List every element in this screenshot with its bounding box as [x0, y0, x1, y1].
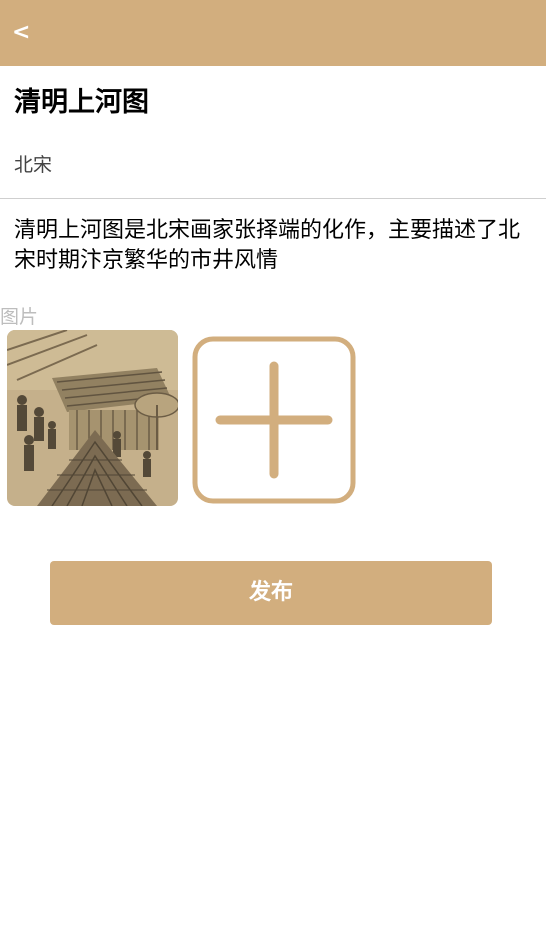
top-bar: <: [0, 0, 546, 66]
artwork-description: 清明上河图是北宋画家张择端的化作，主要描述了北宋时期汴京繁华的市井风情: [14, 218, 521, 273]
divider: [0, 198, 546, 199]
artwork-dynasty: 北宋: [14, 154, 53, 176]
publish-button[interactable]: 发布: [50, 561, 492, 625]
plus-icon: [192, 336, 356, 504]
add-image-button[interactable]: [192, 336, 356, 504]
image-thumbnail[interactable]: [7, 330, 178, 506]
back-button[interactable]: <: [12, 18, 40, 48]
painting-thumbnail-image: [7, 330, 178, 506]
artwork-title: 清明上河图: [14, 87, 149, 118]
images-label: 图片: [0, 306, 39, 328]
